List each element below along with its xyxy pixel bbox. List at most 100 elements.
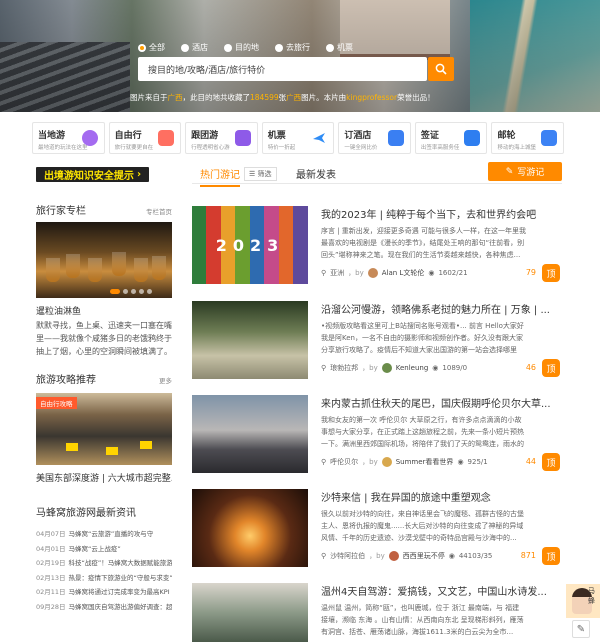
- news-text: 马蜂窝将通过订完成率变为最高KPI: [68, 588, 170, 596]
- column-header: 旅行家专栏 专栏首页: [36, 202, 172, 217]
- travelogue-item[interactable]: 温州4天自驾游：爱搞钱，又文艺，中国山水诗发... 温州鼠 温州，简称“瓯”，也…: [192, 583, 562, 642]
- eye-icon: ◉: [457, 458, 464, 466]
- guide-item-title[interactable]: 美国东部深度游 | 六大城市超完整...: [36, 471, 172, 484]
- location-pin-icon: ⚲: [321, 364, 327, 372]
- post-title[interactable]: 温州4天自驾游：爱搞钱，又文艺，中国山水诗发...: [321, 583, 547, 598]
- radio-label: 酒店: [192, 43, 208, 52]
- news-header: 马蜂窝旅游网最新资讯: [36, 504, 172, 519]
- assistant-label: 马蜂: [588, 587, 595, 605]
- carousel-dot[interactable]: [110, 289, 120, 294]
- post-author[interactable]: Kenleung: [396, 364, 429, 372]
- avatar[interactable]: [381, 457, 392, 467]
- tab-latest[interactable]: 最新发表: [296, 166, 336, 181]
- category-group-tour[interactable]: 跟团游 行程透明省心游: [185, 122, 258, 154]
- category-flight[interactable]: 机票 特价一折起: [261, 122, 335, 154]
- column-image[interactable]: [36, 222, 172, 298]
- radio-dot-icon: [181, 43, 189, 52]
- credit-location-link-2[interactable]: 广西: [286, 93, 301, 102]
- post-location[interactable]: 琅勃拉邦: [330, 363, 358, 373]
- eye-icon: ◉: [428, 269, 435, 277]
- post-author[interactable]: 西西里玩不停: [403, 551, 445, 561]
- post-title[interactable]: 我的2023年 | 纯粹于每个当下，去和世界约会吧: [321, 206, 536, 221]
- glass-shape: [134, 258, 148, 282]
- post-author[interactable]: Alan L文轮伦: [382, 268, 425, 278]
- post-image[interactable]: [192, 489, 308, 567]
- post-image[interactable]: [192, 583, 308, 642]
- ship-icon: [541, 130, 558, 146]
- post-likes: 871: [520, 551, 536, 560]
- upvote-button[interactable]: 顶: [542, 359, 560, 377]
- location-pin-icon: ⚲: [321, 269, 327, 277]
- credit-user-link[interactable]: kingprofessor: [346, 93, 397, 102]
- radio-label: 机票: [337, 43, 353, 52]
- travelogue-item[interactable]: 2023 我的2023年 | 纯粹于每个当下，去和世界约会吧 序言 | 重新出发…: [192, 206, 562, 298]
- filter-button[interactable]: ☰ 筛选: [244, 167, 277, 181]
- news-item[interactable]: 09月28日马蜂窝国庆自驾游出游偏好调查：超70...: [36, 601, 172, 616]
- write-travelogue-button[interactable]: ✎ 写游记: [488, 162, 562, 181]
- taxi-shape: [140, 441, 152, 449]
- avatar[interactable]: [367, 268, 378, 278]
- travelogue-item[interactable]: 沙特来信 | 我在异国的旅途中重塑观念 很久以前对沙特的向往，来自神话里会飞的魔…: [192, 489, 562, 581]
- category-free-travel[interactable]: 自由行 旅行就要更自在: [108, 122, 182, 154]
- credit-location-link[interactable]: 广西: [168, 93, 183, 102]
- radio-travel[interactable]: 去旅行: [275, 42, 310, 53]
- category-cruise[interactable]: 邮轮 移动的海上城堡: [491, 122, 565, 154]
- news-item[interactable]: 02月13日 热景：疫情下旅游业的“守般与求变”: [36, 572, 172, 587]
- radio-all[interactable]: 全部: [138, 42, 165, 53]
- avatar[interactable]: [381, 363, 392, 373]
- avatar[interactable]: [388, 551, 399, 561]
- news-item[interactable]: 04月01日 马蜂窝“云上战疫”: [36, 543, 172, 558]
- post-image[interactable]: [192, 395, 308, 473]
- category-local-tour[interactable]: 当地游 最地道的玩法在这里: [32, 122, 105, 154]
- post-location[interactable]: 亚洲: [330, 268, 344, 278]
- news-item[interactable]: 04月07日 马蜂窝“云旅游”直播的攻与守: [36, 528, 172, 543]
- category-visa[interactable]: 签证 出签率高服务佳: [414, 122, 488, 154]
- news-list: 04月07日 马蜂窝“云旅游”直播的攻与守 04月01日 马蜂窝“云上战疫” 02月…: [36, 528, 172, 615]
- news-item[interactable]: 02月19日 科技“战疫”！马蜂窝大数据赋能旅游业: [36, 557, 172, 572]
- by-text: ，by: [362, 364, 378, 372]
- news-text: 马蜂窝“云旅游”直播的攻与守: [68, 530, 154, 538]
- column-item-title[interactable]: 暹粒油淋鱼: [36, 304, 81, 317]
- guide-more-link[interactable]: 更多: [159, 375, 172, 385]
- category-hotel[interactable]: 订酒店 一键全网比价: [338, 122, 411, 154]
- filter-label: 筛选: [257, 170, 272, 178]
- edit-button[interactable]: ✎: [572, 620, 590, 638]
- carousel-dot[interactable]: [123, 289, 128, 294]
- post-author[interactable]: Summer看看世界: [396, 457, 454, 467]
- post-image[interactable]: 2023: [192, 206, 308, 284]
- post-title[interactable]: 来内蒙古抓住秋天的尾巴，国庆假期呼伦贝尔大草...: [321, 395, 551, 410]
- radio-label: 全部: [149, 43, 165, 52]
- column-more-link[interactable]: 专栏首页: [146, 206, 172, 216]
- safety-tips-banner[interactable]: 出境游知识安全提示 ›: [36, 167, 149, 182]
- carousel-dot[interactable]: [147, 289, 152, 294]
- carousel-dot[interactable]: [131, 289, 136, 294]
- post-title[interactable]: 沙特来信 | 我在异国的旅途中重塑观念: [321, 489, 491, 504]
- upvote-button[interactable]: 顶: [542, 264, 560, 282]
- banner-text: 出境游知识安全提示: [43, 171, 134, 182]
- tab-hot[interactable]: 热门游记: [200, 166, 240, 187]
- post-location[interactable]: 沙特阿拉伯: [330, 551, 365, 561]
- carousel-dot[interactable]: [139, 289, 144, 294]
- upvote-button[interactable]: 顶: [542, 547, 560, 565]
- guide-image[interactable]: 自由行攻略: [36, 393, 172, 465]
- eye-icon: ◉: [432, 364, 439, 372]
- travelogue-item[interactable]: 来内蒙古抓住秋天的尾巴，国庆假期呼伦贝尔大草... 我和女友的第一次 呼伦贝尔 …: [192, 395, 562, 487]
- search-type-radios: 全部 酒店 目的地 去旅行 机票: [138, 42, 353, 53]
- radio-label: 去旅行: [286, 43, 310, 52]
- upvote-button[interactable]: 顶: [542, 453, 560, 471]
- search-input[interactable]: 搜目的地/攻略/酒店/旅行特价: [138, 57, 427, 81]
- news-item[interactable]: 02月11日 马蜂窝将通过订完成率变为最高KPI: [36, 586, 172, 601]
- post-location[interactable]: 呼伦贝尔: [330, 457, 358, 467]
- post-desc: 我和女友的第一次 呼伦贝尔 大草原之行，有许多点点滴滴的小故事想与大家分享，在正…: [321, 416, 524, 448]
- column-item-desc: 默默寻找，鱼上桌、迅速夹一口塞在嘴里——我就像个咸猪多日的老饿鸦终于抽上了烟，心…: [36, 321, 172, 356]
- write-label: 写游记: [517, 168, 545, 178]
- travelogue-item[interactable]: 沿溜公河慢游，领略佛系老挝的魅力所在 | 万象 | ... •视频版攻略看这里可…: [192, 301, 562, 393]
- location-pin-icon: ⚲: [321, 458, 327, 466]
- post-image[interactable]: [192, 301, 308, 379]
- radio-destination[interactable]: 目的地: [224, 42, 259, 53]
- radio-hotel[interactable]: 酒店: [181, 42, 208, 53]
- assistant-widget[interactable]: 马蜂: [566, 584, 600, 618]
- post-title[interactable]: 沿溜公河慢游，领略佛系老挝的魅力所在 | 万象 | ...: [321, 301, 550, 316]
- search-button[interactable]: [428, 57, 454, 81]
- radio-flight[interactable]: 机票: [326, 42, 353, 53]
